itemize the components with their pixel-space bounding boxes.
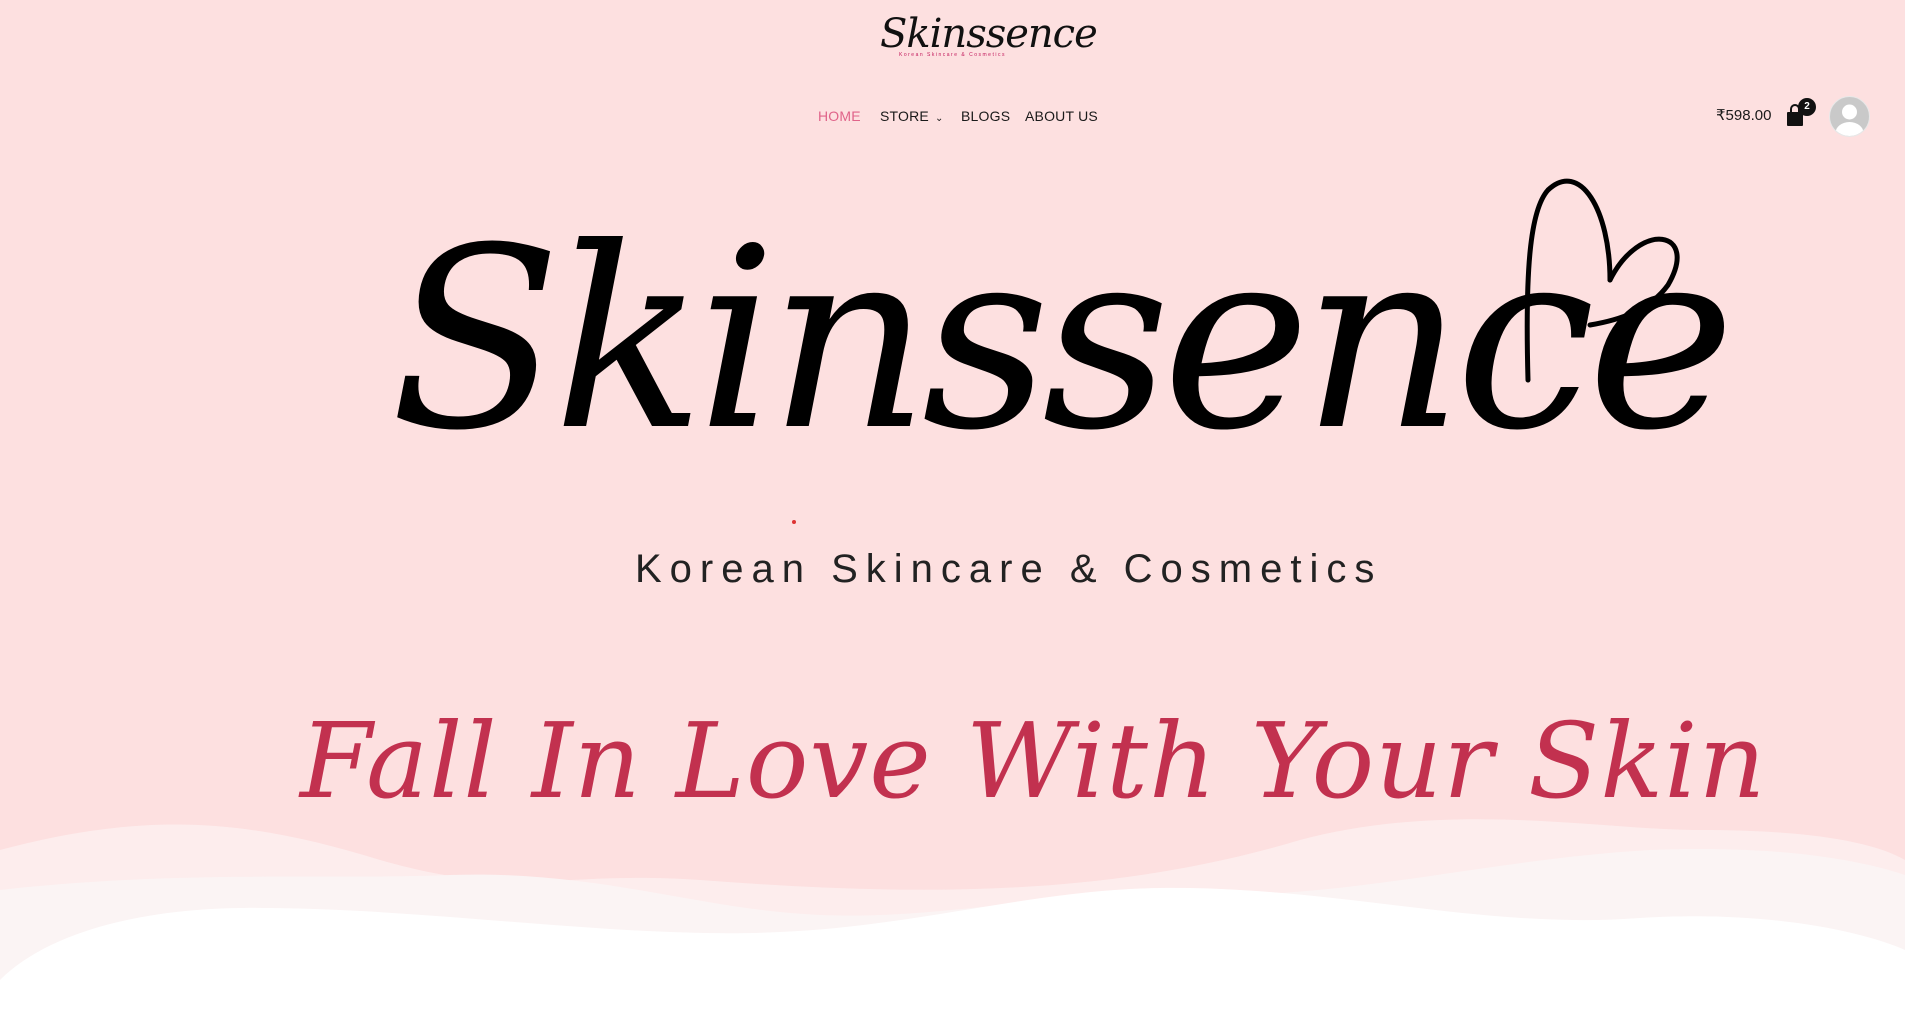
hero-logo: Skinssence Korean Skincare & Cosmetics: [380, 170, 1735, 600]
hero-logo-script: Skinssence: [390, 194, 1735, 485]
decorative-waves: [0, 819, 1905, 1012]
nav-about-us[interactable]: ABOUT US: [1025, 104, 1098, 128]
cart-total[interactable]: ₹598.00: [1716, 104, 1771, 128]
hero-logo-tagline: Korean Skincare & Cosmetics: [635, 547, 1383, 591]
cart-count-badge: 2: [1798, 98, 1816, 116]
nav-home[interactable]: HOME: [818, 104, 861, 128]
user-avatar-icon[interactable]: [1829, 96, 1870, 137]
nav-blogs[interactable]: BLOGS: [961, 104, 1010, 128]
heart-icon: [1490, 170, 1680, 390]
site-logo-tagline: Korean Skincare & Cosmetics: [899, 52, 1006, 58]
main-nav: HOME STORE ⌄ BLOGS ABOUT US: [0, 104, 1905, 128]
nav-store-label: STORE: [880, 108, 929, 124]
site-header: Skinssence Korean Skincare & Cosmetics H…: [0, 0, 1905, 150]
nav-store[interactable]: STORE ⌄: [880, 104, 944, 131]
site-logo-script: Skinssence: [880, 11, 1098, 57]
decorative-dot: [792, 520, 796, 524]
site-logo[interactable]: Skinssence Korean Skincare & Cosmetics: [880, 11, 1098, 68]
chevron-down-icon: ⌄: [934, 113, 944, 124]
